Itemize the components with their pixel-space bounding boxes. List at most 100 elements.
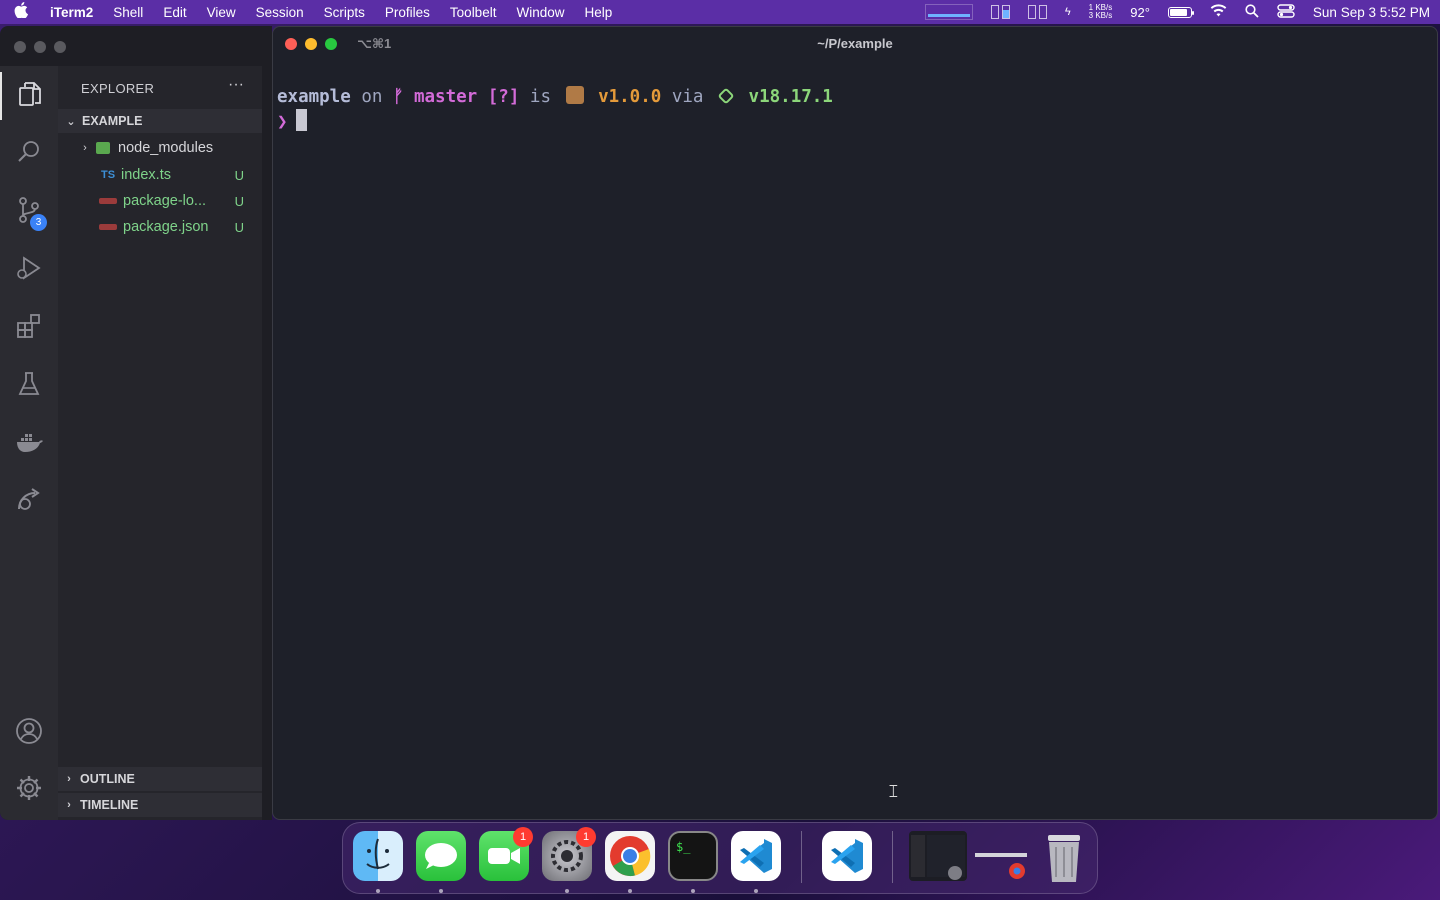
docker-activity[interactable] [0, 420, 58, 468]
extensions-icon [14, 311, 44, 346]
vscode-icon[interactable] [731, 831, 781, 881]
git-status-untracked: U [234, 219, 244, 235]
explorer-title: EXPLORER [81, 81, 155, 96]
menu-toolbelt[interactable]: Toolbelt [450, 5, 497, 20]
explorer-activity[interactable] [0, 72, 58, 120]
apple-menu-icon[interactable] [14, 2, 36, 22]
dock-separator [892, 831, 893, 883]
chevron-down-icon: ⌄ [66, 115, 76, 128]
tree-item-node-modules[interactable]: › node_modules [58, 135, 262, 161]
extensions-activity[interactable] [0, 304, 58, 352]
git-status-untracked: U [234, 193, 244, 209]
trash-icon[interactable] [1039, 831, 1089, 882]
messages-running-dot [439, 889, 443, 893]
menu-extras: ϟ 1 KB/s 3 KB/s 92° Sun Sep 3 5:52 PM [924, 3, 1430, 21]
menu-window[interactable]: Window [516, 5, 564, 20]
menu-help[interactable]: Help [584, 5, 612, 20]
outline-section-header[interactable]: › OUTLINE [58, 767, 262, 791]
testing-activity[interactable] [0, 362, 58, 410]
iterm-window-thumbnail[interactable] [909, 831, 967, 881]
menu-scripts[interactable]: Scripts [324, 5, 365, 20]
disk-bars-icon[interactable] [1027, 5, 1047, 19]
vscode-insiders-icon[interactable] [822, 831, 872, 881]
accounts-activity[interactable] [0, 709, 58, 757]
git-status-untracked: U [234, 167, 244, 183]
clock[interactable]: Sun Sep 3 5:52 PM [1313, 5, 1430, 20]
npm-file-icon [99, 224, 117, 230]
files-icon [15, 79, 45, 114]
folder-icon [96, 142, 110, 154]
cpu-graph-icon[interactable] [924, 4, 973, 20]
gear-icon [14, 773, 44, 808]
close-button[interactable] [14, 41, 26, 53]
account-icon [14, 716, 44, 751]
prompt-git-status: [?] [487, 87, 520, 107]
menu-view[interactable]: View [207, 5, 236, 20]
remote-activity[interactable] [0, 478, 58, 526]
menu-session[interactable]: Session [256, 5, 304, 20]
prompt-arrow: ❯ [277, 112, 288, 132]
docker-icon [14, 427, 44, 462]
scm-badge: 3 [30, 214, 47, 231]
network-down: 3 KB/s [1088, 11, 1113, 20]
menu-profiles[interactable]: Profiles [385, 5, 430, 20]
outline-label: OUTLINE [80, 772, 135, 786]
menu-edit[interactable]: Edit [163, 5, 186, 20]
battery-icon[interactable] [1167, 6, 1194, 18]
package-icon [565, 86, 584, 104]
dock: 1 1 $_ [342, 822, 1098, 894]
terminal-running-dot [691, 889, 695, 893]
wifi-icon[interactable] [1210, 4, 1227, 20]
control-center-icon[interactable] [1277, 3, 1295, 21]
network-stats[interactable]: 1 KB/s 3 KB/s [1089, 4, 1113, 20]
nodejs-icon [717, 87, 735, 105]
timeline-section-header[interactable]: › TIMELINE [58, 793, 262, 817]
chrome-running-dot [628, 889, 632, 893]
terminal-icon[interactable]: $_ [668, 831, 718, 881]
run-debug-icon [14, 253, 44, 288]
minimize-button[interactable] [34, 41, 46, 53]
tree-item-package-json[interactable]: package.json U [58, 214, 262, 240]
run-debug-activity[interactable] [0, 246, 58, 294]
iterm-window: ⌥⌘1 ~/P/example example on ᚠ master [?] … [272, 26, 1438, 820]
chrome-window-thumbnail[interactable] [973, 831, 1029, 881]
temperature[interactable]: 92° [1130, 5, 1150, 20]
dock-separator [801, 831, 802, 883]
activity-bar: 3 [0, 66, 58, 820]
menu-app-name[interactable]: iTerm2 [50, 5, 93, 20]
chrome-icon[interactable] [605, 831, 655, 881]
facetime-badge: 1 [513, 827, 533, 847]
file-name: index.ts [121, 167, 171, 183]
folder-section-header[interactable]: ⌄ EXAMPLE [58, 109, 262, 133]
prompt-via: via [671, 87, 704, 107]
chevron-right-icon: › [83, 142, 87, 154]
remote-explorer-icon [14, 485, 44, 520]
menu-shell[interactable]: Shell [113, 5, 143, 20]
zoom-button[interactable] [54, 41, 66, 53]
text-cursor [295, 109, 307, 131]
prompt-branch: master [413, 87, 478, 107]
file-name: package.json [123, 219, 209, 235]
tree-item-package-lock[interactable]: package-lo... U [58, 188, 262, 214]
window-title: ~/P/example [817, 36, 893, 51]
gpu-icon[interactable]: ϟ [1065, 6, 1071, 18]
git-branch-icon: ᚠ [392, 87, 404, 107]
svg-text:$_: $_ [676, 840, 691, 854]
input-line: ❯ [277, 109, 1433, 134]
messages-icon[interactable] [416, 831, 466, 881]
source-control-activity[interactable]: 3 [0, 188, 58, 236]
more-actions-icon[interactable]: ··· [228, 76, 244, 94]
mouse-ibeam-cursor-icon: 𝙸 [887, 781, 900, 801]
tree-item-index-ts[interactable]: TS index.ts U [58, 162, 262, 188]
chevron-right-icon: › [67, 799, 71, 811]
settings-badge: 1 [576, 827, 596, 847]
search-activity[interactable] [0, 130, 58, 178]
prompt-node-version: v18.17.1 [748, 87, 833, 107]
prompt-on: on [361, 87, 383, 107]
file-name: node_modules [118, 140, 214, 156]
memory-bars-icon[interactable] [990, 5, 1010, 19]
spotlight-search-icon[interactable] [1245, 3, 1259, 21]
terminal-output[interactable]: example on ᚠ master [?] is v1.0.0 via v1… [277, 85, 1433, 134]
manage-activity[interactable] [0, 766, 58, 814]
finder-icon[interactable] [353, 831, 403, 881]
